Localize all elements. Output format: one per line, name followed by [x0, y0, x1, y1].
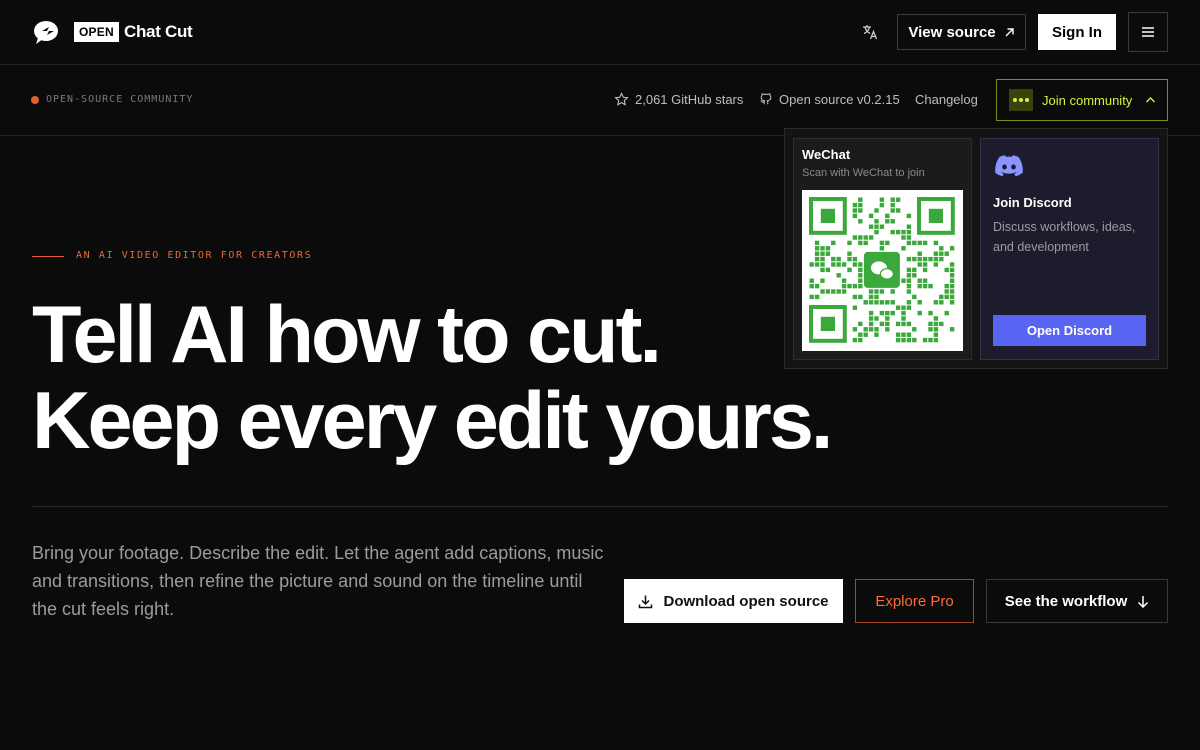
view-source-button[interactable]: View source — [897, 14, 1026, 50]
divider — [32, 506, 1168, 507]
community-label: OPEN-SOURCE COMMUNITY — [46, 94, 194, 105]
discord-description: Discuss workflows, ideas, and developmen… — [993, 220, 1136, 254]
eyebrow-line — [32, 256, 64, 257]
explore-pro-button[interactable]: Explore Pro — [855, 579, 974, 623]
hero-description: Bring your footage. Describe the edit. L… — [32, 543, 604, 619]
download-button[interactable]: Download open source — [624, 579, 843, 623]
see-workflow-label: See the workflow — [1004, 592, 1128, 610]
star-icon — [614, 91, 629, 106]
external-arrow-icon — [1005, 27, 1014, 36]
wechat-title: WeChat — [802, 147, 851, 162]
github-stars-link[interactable]: 2,061 GitHub stars — [614, 90, 743, 108]
version-label: Open source v0.2.15 — [779, 91, 900, 107]
sign-in-button[interactable]: Sign In — [1038, 14, 1116, 50]
github-icon — [760, 93, 772, 105]
brand-name[interactable]: Chat Cut — [124, 21, 193, 43]
download-icon — [639, 595, 653, 608]
menu-icon — [1142, 27, 1154, 37]
headline-line-2: Keep every edit yours. — [32, 376, 833, 466]
translate-icon[interactable] — [859, 21, 881, 43]
brand-badge[interactable]: OPEN — [74, 22, 119, 42]
wechat-subtitle: Scan with WeChat to join — [802, 167, 925, 179]
github-stars-label: 2,061 GitHub stars — [635, 91, 744, 107]
download-label: Download open source — [663, 592, 829, 610]
view-source-label: View source — [908, 23, 996, 41]
version-link[interactable]: Open source v0.2.15 — [759, 90, 900, 108]
more-dots-icon — [1009, 89, 1033, 111]
hero-headline: Tell AI how to cut. Keep every edit your… — [32, 290, 833, 466]
discord-icon — [995, 155, 1023, 177]
arrow-down-icon — [1138, 595, 1149, 608]
changelog-label: Changelog — [915, 91, 978, 107]
see-workflow-button[interactable]: See the workflow — [986, 579, 1168, 623]
headline-line-1: Tell AI how to cut. — [32, 290, 662, 380]
logo-icon[interactable] — [33, 19, 61, 45]
hero-eyebrow: AN AI VIDEO EDITOR FOR CREATORS — [76, 250, 313, 261]
discord-title: Join Discord — [993, 195, 1072, 210]
changelog-link[interactable]: Changelog — [915, 90, 978, 108]
status-dot — [31, 96, 39, 104]
join-community-label: Join community — [1042, 92, 1133, 108]
join-community-button[interactable]: Join community — [996, 79, 1168, 121]
menu-button[interactable] — [1128, 12, 1168, 52]
open-discord-button[interactable]: Open Discord — [993, 315, 1146, 346]
chevron-up-icon — [1146, 97, 1156, 103]
